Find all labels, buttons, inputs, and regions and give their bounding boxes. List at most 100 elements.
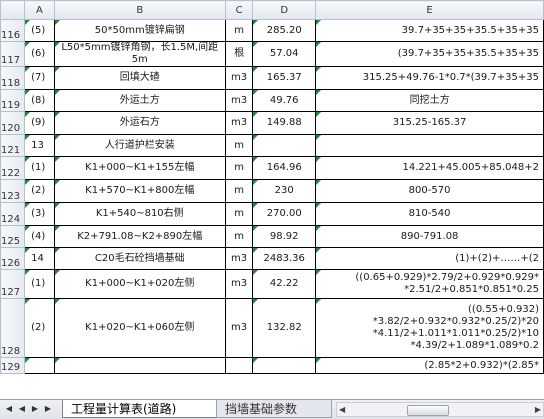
cell-quantity[interactable]: 149.88 (252, 111, 317, 135)
cell-item-name[interactable]: K1+570~K1+800左幅 (53, 179, 226, 203)
cell-unit[interactable]: m (224, 179, 254, 203)
cell-formula[interactable]: 14.221+45.005+85.048+2 (315, 156, 544, 180)
cell-item-name[interactable]: C20毛石砼挡墙基础 (53, 247, 226, 270)
cell-quantity[interactable] (252, 357, 317, 374)
cell-formula[interactable]: 315.25+49.76-1*0.7*(39.7+35+35 (315, 66, 544, 90)
cell-item-name[interactable]: 外运土方 (53, 89, 226, 112)
cell-item-name[interactable] (53, 357, 226, 374)
cell-item-name[interactable]: 回填大碴 (53, 66, 226, 90)
row-header[interactable]: 123 (0, 179, 26, 203)
cell-unit[interactable]: 根 (224, 41, 254, 67)
cell-formula[interactable]: 890-791.08 (315, 225, 544, 248)
row-header[interactable]: 128 (0, 298, 26, 358)
cell-item-number[interactable]: (7) (24, 66, 55, 90)
tab-retaining-wall-parameters[interactable]: 挡墙基础参数 (216, 400, 332, 418)
cell-item-number[interactable]: (5) (24, 19, 55, 42)
next-sheet-button[interactable]: ▶ (29, 403, 41, 415)
cell-formula[interactable]: ((0.65+0.929)*2.79/2+0.929*0.929* *2.51/2… (315, 269, 544, 299)
cell-unit[interactable]: m3 (224, 247, 254, 270)
row-header[interactable]: 127 (0, 269, 26, 299)
spreadsheet-grid[interactable]: A B C D E 116 (5) 50*50mm镀锌扁钢 m 285.20 39.7+3… (0, 0, 544, 399)
cell-item-number[interactable]: (9) (24, 111, 55, 135)
cell-item-number[interactable]: (8) (24, 89, 55, 112)
cell-unit[interactable]: m3 (224, 66, 254, 90)
cell-quantity[interactable]: 164.96 (252, 156, 317, 180)
cell-unit[interactable]: m3 (224, 269, 254, 299)
column-header-a[interactable]: A (24, 0, 55, 20)
scroll-right-arrow-icon[interactable]: ▶ (535, 404, 541, 416)
cell-item-number[interactable]: (6) (24, 41, 55, 67)
cell-formula[interactable]: (39.7+35+35+35.5+35+35 (315, 41, 544, 67)
cell-quantity[interactable]: 132.82 (252, 298, 317, 358)
row-header[interactable]: 129 (0, 357, 26, 374)
cell-item-name[interactable]: K1+020~K1+060左侧 (53, 298, 226, 358)
tab-engineering-quantities-road[interactable]: 工程量计算表(道路) (62, 400, 218, 418)
cell-formula[interactable]: 810-540 (315, 202, 544, 226)
cell-item-number[interactable]: (2) (24, 298, 55, 358)
column-header-e[interactable]: E (315, 0, 544, 20)
cell-item-number[interactable]: (2) (24, 179, 55, 203)
cell-item-name[interactable]: K1+000~K1+155左幅 (53, 156, 226, 180)
cell-quantity[interactable]: 57.04 (252, 41, 317, 67)
cell-unit[interactable]: m3 (224, 89, 254, 112)
scroll-left-arrow-icon[interactable]: ◀ (339, 404, 345, 416)
cell-item-number[interactable] (24, 357, 55, 374)
cell-quantity[interactable]: 98.92 (252, 225, 317, 248)
cell-unit[interactable]: m (224, 156, 254, 180)
cell-formula[interactable]: ((0.55+0.932) *3.82/2+0.932*0.932*0.25/2)… (315, 298, 544, 358)
select-all-corner[interactable] (0, 0, 26, 20)
cell-formula[interactable] (315, 134, 544, 157)
column-header-c[interactable]: C (224, 0, 254, 20)
cell-item-name[interactable]: 50*50mm镀锌扁钢 (53, 19, 226, 42)
cell-unit[interactable]: m (224, 202, 254, 226)
row-header[interactable]: 121 (0, 134, 26, 157)
cell-quantity[interactable]: 270.00 (252, 202, 317, 226)
cell-quantity[interactable]: 165.37 (252, 66, 317, 90)
cell-formula[interactable]: 800-570 (315, 179, 544, 203)
row-header[interactable]: 120 (0, 111, 26, 135)
row-header[interactable]: 126 (0, 247, 26, 270)
horizontal-scrollbar[interactable]: ◀ ▶ (336, 402, 544, 417)
cell-quantity[interactable]: 285.20 (252, 19, 317, 42)
cell-formula[interactable]: 39.7+35+35+35.5+35+35 (315, 19, 544, 42)
row-header[interactable]: 119 (0, 89, 26, 112)
first-sheet-button[interactable]: ◀ (3, 403, 15, 415)
cell-item-number[interactable]: 13 (24, 134, 55, 157)
cell-formula[interactable]: (1)+(2)+……+(2 (315, 247, 544, 270)
row-header[interactable]: 117 (0, 41, 26, 67)
cell-unit[interactable] (224, 357, 254, 374)
cell-item-number[interactable]: (1) (24, 269, 55, 299)
cell-unit[interactable]: m (224, 225, 254, 248)
cell-item-name[interactable]: K1+000~K1+020左侧 (53, 269, 226, 299)
cell-quantity[interactable]: 230 (252, 179, 317, 203)
cell-item-name[interactable]: L50*5mm镀锌角钢，长1.5M,间距 5m (53, 41, 226, 67)
row-header[interactable]: 116 (0, 19, 26, 42)
cell-unit[interactable]: m (224, 19, 254, 42)
column-header-d[interactable]: D (252, 0, 317, 20)
cell-item-name[interactable]: 外运石方 (53, 111, 226, 135)
cell-quantity[interactable]: 49.76 (252, 89, 317, 112)
scrollbar-thumb[interactable] (407, 405, 449, 416)
cell-item-name[interactable]: K2+791.08~K2+890左幅 (53, 225, 226, 248)
cell-unit[interactable]: m3 (224, 111, 254, 135)
cell-quantity[interactable] (252, 134, 317, 157)
cell-item-name[interactable]: 人行道护栏安装 (53, 134, 226, 157)
last-sheet-button[interactable]: ▶ (42, 403, 54, 415)
cell-formula[interactable]: 同挖土方 (315, 89, 544, 112)
cell-item-number[interactable]: 14 (24, 247, 55, 270)
cell-formula[interactable]: 315.25-165.37 (315, 111, 544, 135)
row-header[interactable]: 122 (0, 156, 26, 180)
cell-item-number[interactable]: (1) (24, 156, 55, 180)
cell-quantity[interactable]: 42.22 (252, 269, 317, 299)
cell-item-number[interactable]: (4) (24, 225, 55, 248)
prev-sheet-button[interactable]: ◀ (16, 403, 28, 415)
row-header[interactable]: 125 (0, 225, 26, 248)
cell-unit[interactable]: m3 (224, 298, 254, 358)
cell-item-number[interactable]: (3) (24, 202, 55, 226)
cell-quantity[interactable]: 2483.36 (252, 247, 317, 270)
cell-formula[interactable]: (2.85*2+0.932)*(2.85* (315, 357, 544, 374)
cell-item-name[interactable]: K1+540~810右侧 (53, 202, 226, 226)
cell-unit[interactable]: m (224, 134, 254, 157)
row-header[interactable]: 118 (0, 66, 26, 90)
row-header[interactable]: 124 (0, 202, 26, 226)
